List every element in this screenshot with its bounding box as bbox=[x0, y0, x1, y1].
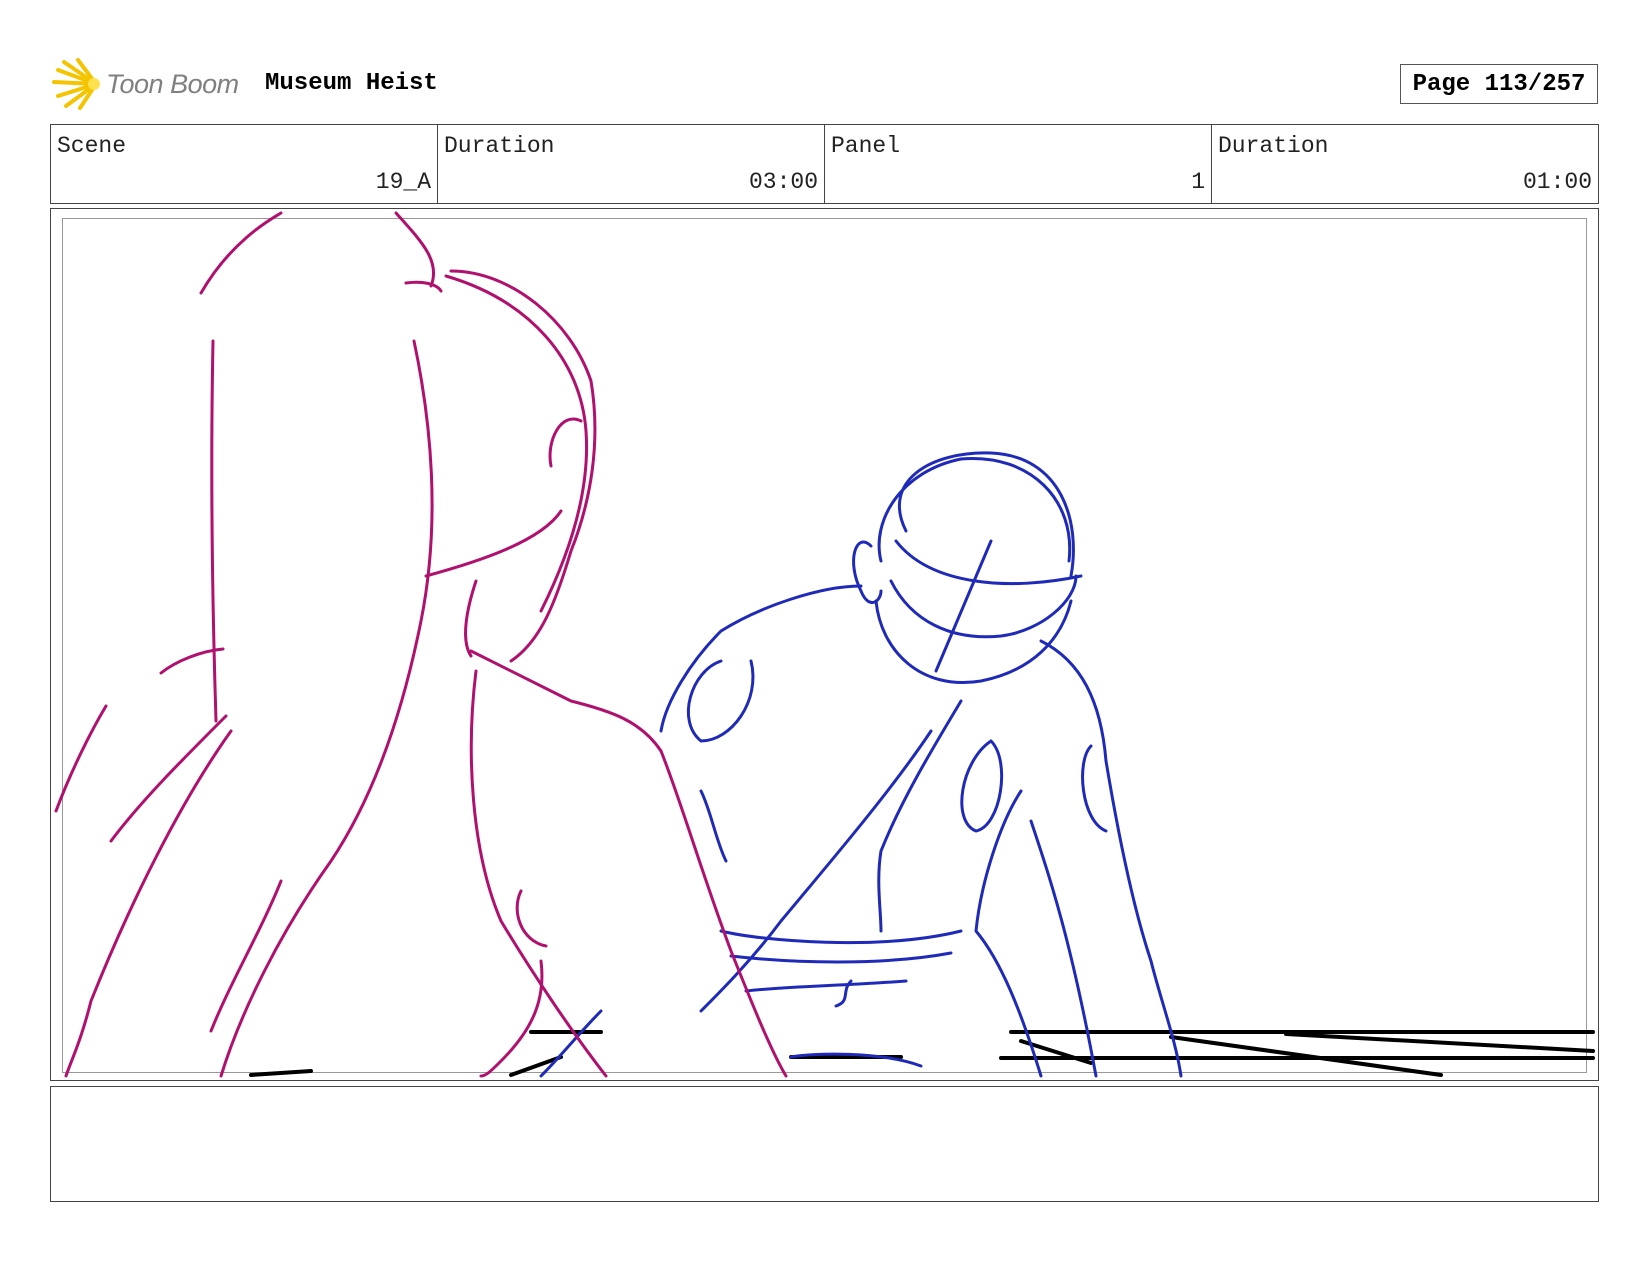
toon-boom-logo: Toon Boom bbox=[52, 58, 239, 110]
notes-box[interactable] bbox=[50, 1086, 1599, 1202]
starburst-icon bbox=[52, 58, 100, 110]
panel-duration-label: Duration bbox=[1218, 133, 1329, 159]
panel-sketch bbox=[54, 211, 1595, 1078]
scene-duration-value: 03:00 bbox=[748, 169, 818, 195]
panel-label: Panel bbox=[831, 133, 901, 159]
scene-duration-label: Duration bbox=[444, 133, 555, 159]
panel-cell: Panel 1 bbox=[825, 125, 1212, 203]
scene-label: Scene bbox=[57, 133, 127, 159]
page-number: Page 113/257 bbox=[1400, 64, 1598, 104]
scene-duration-cell: Duration 03:00 bbox=[438, 125, 825, 203]
logo-text: Toon Boom bbox=[106, 68, 239, 99]
panel-info-table: Scene 19_A Duration 03:00 Panel 1 Durati… bbox=[50, 124, 1599, 204]
foreground-figure-sketch bbox=[54, 211, 788, 1078]
storyboard-panel bbox=[50, 208, 1599, 1081]
scene-cell: Scene 19_A bbox=[51, 125, 438, 203]
project-title: Museum Heist bbox=[265, 70, 438, 97]
panel-duration-cell: Duration 01:00 bbox=[1212, 125, 1598, 203]
scene-value: 19_A bbox=[375, 169, 431, 195]
ground-lines bbox=[249, 1030, 1595, 1077]
panel-duration-value: 01:00 bbox=[1522, 169, 1592, 195]
background-figure-sketch bbox=[539, 451, 1183, 1078]
panel-value: 1 bbox=[1191, 169, 1205, 195]
